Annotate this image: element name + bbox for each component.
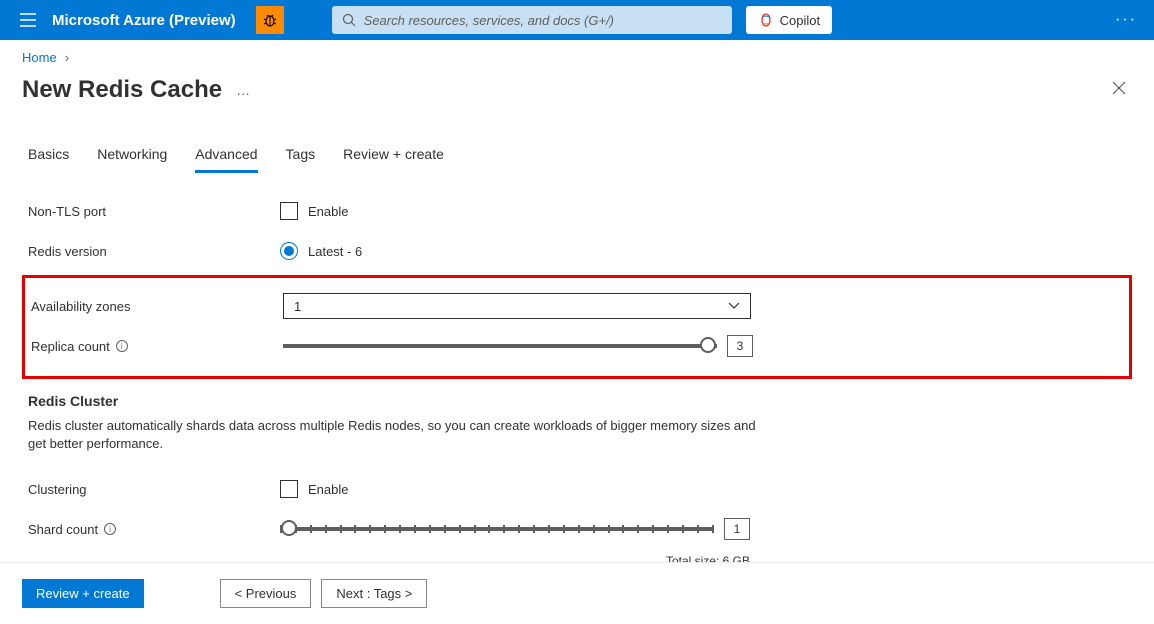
redis-cluster-heading: Redis Cluster: [28, 393, 1126, 409]
breadcrumb-home-link[interactable]: Home: [22, 50, 57, 65]
non-tls-port-label: Non-TLS port: [28, 204, 280, 219]
shard-count-slider[interactable]: [280, 527, 714, 531]
slider-thumb[interactable]: [700, 337, 716, 353]
clustering-checkbox[interactable]: [280, 480, 298, 498]
preview-bug-button[interactable]: [256, 6, 284, 34]
shard-count-value[interactable]: 1: [724, 518, 750, 540]
highlighted-region: Availability zones 1 Replica count i: [22, 275, 1132, 379]
slider-thumb[interactable]: [281, 520, 297, 536]
breadcrumb: Home ›: [0, 40, 1154, 71]
availability-zones-value: 1: [294, 299, 301, 314]
azure-top-bar: Microsoft Azure (Preview) Copilot ···: [0, 0, 1154, 40]
content-scroll-area[interactable]: Basics Networking Advanced Tags Review +…: [0, 130, 1154, 562]
row-replica-count: Replica count i 3: [31, 326, 1123, 366]
copilot-icon: [758, 12, 774, 28]
global-search-box[interactable]: [332, 6, 732, 34]
shard-count-label: Shard count: [28, 522, 98, 537]
hamburger-menu-button[interactable]: [8, 0, 48, 40]
clustering-label: Clustering: [28, 482, 280, 497]
total-size-note: Total size: 6 GB: [280, 554, 750, 562]
tab-review-create[interactable]: Review + create: [343, 140, 444, 173]
replica-count-value[interactable]: 3: [727, 335, 753, 357]
tab-advanced[interactable]: Advanced: [195, 140, 257, 173]
row-non-tls-port: Non-TLS port Enable: [28, 191, 1126, 231]
page-title: New Redis Cache: [22, 76, 222, 104]
non-tls-enable-label: Enable: [308, 204, 348, 219]
global-search-input[interactable]: [364, 13, 722, 28]
tab-basics[interactable]: Basics: [28, 140, 69, 173]
replica-count-slider[interactable]: [283, 344, 717, 348]
page-header: New Redis Cache …: [0, 71, 1154, 123]
chevron-down-icon: [728, 302, 740, 310]
top-bar-more-button[interactable]: ···: [1106, 0, 1146, 40]
review-create-button[interactable]: Review + create: [22, 579, 144, 608]
previous-button[interactable]: < Previous: [220, 579, 312, 608]
row-shard-count: Shard count i 1: [28, 509, 1126, 549]
clustering-enable-label: Enable: [308, 482, 348, 497]
bug-icon: [262, 12, 278, 28]
copilot-label: Copilot: [780, 13, 820, 28]
close-icon: [1112, 81, 1126, 95]
info-icon[interactable]: i: [116, 340, 128, 352]
non-tls-port-checkbox[interactable]: [280, 202, 298, 220]
replica-count-label: Replica count: [31, 339, 110, 354]
redis-version-label: Redis version: [28, 244, 280, 259]
row-redis-version: Redis version Latest - 6: [28, 231, 1126, 271]
brand-label[interactable]: Microsoft Azure (Preview): [52, 12, 236, 29]
next-button[interactable]: Next : Tags >: [321, 579, 427, 608]
redis-cluster-description: Redis cluster automatically shards data …: [28, 417, 768, 453]
tab-tags[interactable]: Tags: [286, 140, 316, 173]
close-blade-button[interactable]: [1106, 75, 1132, 105]
availability-zones-dropdown[interactable]: 1: [283, 293, 751, 319]
page-title-more-button[interactable]: …: [236, 82, 252, 98]
redis-version-radio[interactable]: [280, 242, 298, 260]
wizard-footer: Review + create < Previous Next : Tags >: [0, 562, 1154, 624]
chevron-right-icon: ›: [65, 50, 69, 65]
redis-version-option-label: Latest - 6: [308, 244, 362, 259]
info-icon[interactable]: i: [104, 523, 116, 535]
wizard-tabs: Basics Networking Advanced Tags Review +…: [28, 130, 1126, 173]
row-clustering: Clustering Enable: [28, 469, 1126, 509]
tab-networking[interactable]: Networking: [97, 140, 167, 173]
hamburger-icon: [20, 13, 36, 27]
search-icon: [342, 13, 356, 27]
copilot-button[interactable]: Copilot: [746, 6, 832, 34]
row-availability-zones: Availability zones 1: [31, 286, 1123, 326]
availability-zones-label: Availability zones: [31, 299, 283, 314]
